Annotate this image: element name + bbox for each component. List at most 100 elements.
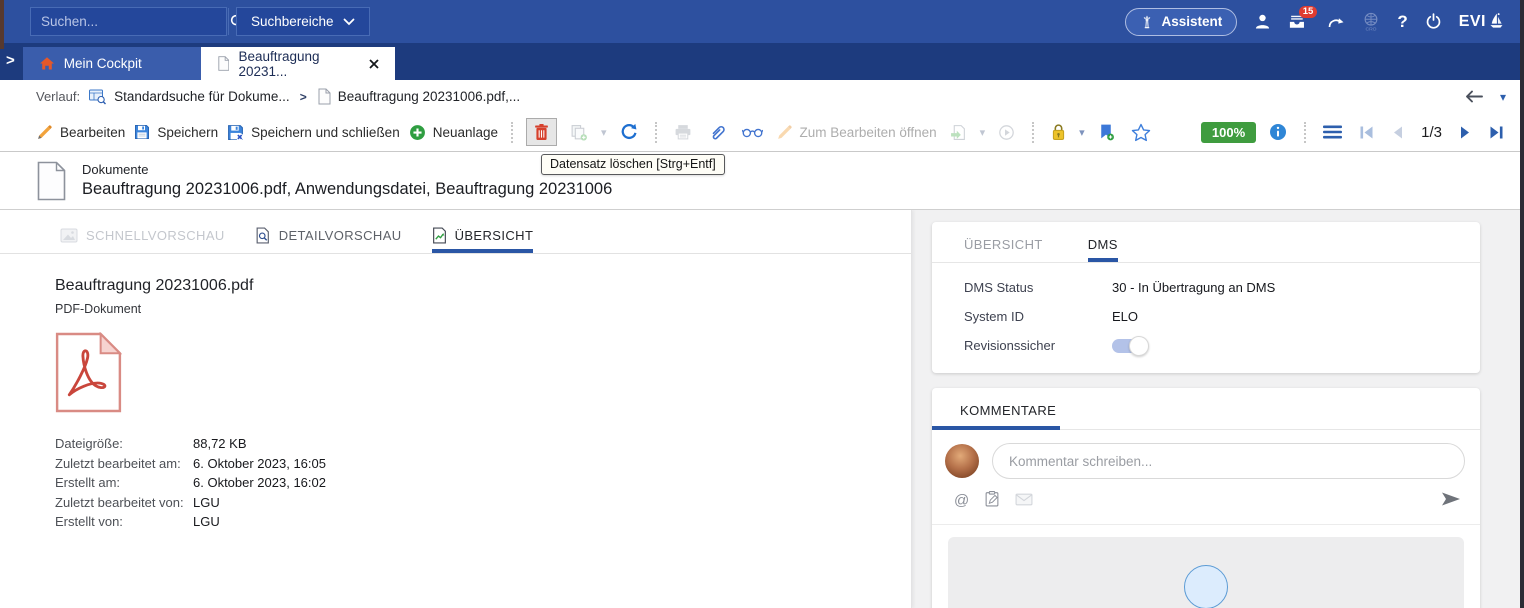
tab-detailvorschau[interactable]: DETAILVORSCHAU bbox=[255, 227, 402, 253]
tab-document[interactable]: Beauftragung 20231... bbox=[201, 47, 395, 80]
prev-page-icon bbox=[1391, 125, 1404, 140]
copy-dropdown-icon[interactable]: ▾ bbox=[601, 126, 607, 139]
comments-empty-state bbox=[948, 537, 1464, 608]
tab-overflow-chevron[interactable]: > bbox=[4, 52, 23, 71]
preview-tab-bar: SCHNELLVORSCHAU DETAILVORSCHAU ÜBERSICHT bbox=[0, 210, 911, 254]
redo-arrow-icon[interactable] bbox=[1326, 14, 1345, 30]
chevron-right-icon: > bbox=[298, 90, 309, 104]
side-panel: ÜBERSICHT DMS DMS Status 30 - In Übertra… bbox=[912, 210, 1524, 608]
topbar: Suchbereiche Assistent 15 CRO ? EVI bbox=[0, 0, 1524, 43]
field-label: Revisionssicher bbox=[964, 338, 1112, 353]
favorite-button[interactable] bbox=[1127, 120, 1155, 145]
file-details: Dateigröße:88,72 KB Zuletzt bearbeitet a… bbox=[55, 434, 911, 532]
comment-input[interactable] bbox=[992, 443, 1465, 479]
empty-state-illustration bbox=[1184, 565, 1228, 608]
assistant-button[interactable]: Assistent bbox=[1125, 8, 1238, 36]
search-scopes-button[interactable]: Suchbereiche bbox=[236, 7, 370, 36]
user-icon[interactable] bbox=[1254, 13, 1271, 30]
search-input[interactable] bbox=[31, 14, 228, 29]
copy-record-button[interactable] bbox=[566, 121, 592, 144]
breadcrumb-text: Standardsuche für Dokume... bbox=[114, 89, 290, 104]
global-search[interactable] bbox=[30, 7, 227, 36]
document-large-icon bbox=[36, 161, 67, 201]
preview-panel: SCHNELLVORSCHAU DETAILVORSCHAU ÜBERSICHT… bbox=[0, 210, 912, 608]
bookmark-add-button[interactable] bbox=[1094, 120, 1118, 144]
inbox-badge: 15 bbox=[1299, 6, 1318, 18]
refresh-button[interactable] bbox=[616, 120, 642, 144]
send-comment-button[interactable] bbox=[1440, 490, 1462, 511]
email-icon bbox=[1015, 493, 1033, 509]
button-label: Speichern bbox=[157, 125, 218, 140]
glasses-icon bbox=[742, 126, 763, 139]
zoom-level-badge[interactable]: 100% bbox=[1201, 122, 1256, 143]
file-title: Beauftragung 20231006.pdf bbox=[55, 277, 911, 295]
bookmark-plus-icon bbox=[1098, 123, 1114, 141]
search-table-icon bbox=[88, 88, 107, 105]
field-value: 30 - In Übertragung an DMS bbox=[1112, 280, 1275, 295]
brand-logo: EVI bbox=[1459, 12, 1504, 31]
revisionssicher-toggle[interactable] bbox=[1112, 339, 1146, 353]
detail-row: Zuletzt bearbeitet am:6. Oktober 2023, 1… bbox=[55, 454, 911, 474]
save-and-close-button[interactable]: Speichern und schließen bbox=[227, 124, 400, 141]
avatar[interactable] bbox=[945, 444, 979, 478]
power-icon[interactable] bbox=[1425, 13, 1442, 30]
star-icon bbox=[1131, 123, 1151, 142]
dms-card: ÜBERSICHT DMS DMS Status 30 - In Übertra… bbox=[932, 222, 1480, 373]
tab-dms[interactable]: DMS bbox=[1088, 237, 1118, 262]
breadcrumb-item-search[interactable]: Standardsuche für Dokume... bbox=[88, 88, 290, 105]
dms-tab-bar: ÜBERSICHT DMS bbox=[932, 222, 1480, 263]
menu-button[interactable] bbox=[1319, 122, 1346, 142]
attachment-button[interactable] bbox=[705, 121, 729, 144]
svg-text:CRO: CRO bbox=[1366, 27, 1377, 33]
mention-icon[interactable]: @ bbox=[954, 492, 969, 509]
pencil-icon bbox=[776, 124, 793, 141]
inbox-tray-icon[interactable]: 15 bbox=[1288, 13, 1309, 30]
history-back-icon[interactable] bbox=[1465, 90, 1484, 103]
detail-value: LGU bbox=[193, 493, 220, 513]
button-label: Speichern und schließen bbox=[251, 125, 400, 140]
breadcrumb-label: Verlauf: bbox=[36, 89, 80, 104]
delete-tooltip: Datensatz löschen [Strg+Entf] bbox=[541, 154, 725, 175]
open-for-edit-button: Zum Bearbeiten öffnen bbox=[776, 124, 937, 141]
tab-bar: > Mein Cockpit Beauftragung 20231... bbox=[0, 43, 1524, 80]
lock-dropdown-icon[interactable]: ▾ bbox=[1079, 126, 1085, 139]
lighthouse-icon bbox=[1140, 14, 1154, 30]
page-indicator: 1/3 bbox=[1417, 124, 1446, 141]
export-doc-icon bbox=[950, 124, 967, 141]
tab-uebersicht[interactable]: ÜBERSICHT bbox=[432, 227, 534, 253]
reading-view-button[interactable] bbox=[738, 123, 767, 142]
tab-mein-cockpit[interactable]: Mein Cockpit bbox=[23, 47, 201, 80]
close-icon[interactable] bbox=[369, 59, 379, 69]
new-record-button[interactable]: Neuanlage bbox=[409, 124, 498, 141]
save-button[interactable]: Speichern bbox=[134, 124, 218, 140]
help-icon[interactable]: ? bbox=[1397, 12, 1407, 32]
pdf-thumbnail[interactable] bbox=[55, 332, 911, 416]
lock-button[interactable] bbox=[1047, 120, 1070, 144]
floppy-close-icon bbox=[227, 124, 244, 141]
overview-doc-icon bbox=[432, 227, 447, 244]
detail-value: 88,72 KB bbox=[193, 434, 247, 454]
detail-label: Erstellt am: bbox=[55, 473, 193, 493]
breadcrumb-item-document[interactable]: Beauftragung 20231006.pdf,... bbox=[317, 88, 520, 105]
info-button[interactable] bbox=[1265, 120, 1291, 144]
composer-toolbar: @ bbox=[932, 479, 1480, 524]
window-edge-sliver bbox=[0, 0, 4, 49]
home-icon bbox=[39, 56, 55, 71]
divider bbox=[932, 524, 1480, 525]
next-page-button[interactable] bbox=[1455, 122, 1476, 143]
tab-dms-uebersicht[interactable]: ÜBERSICHT bbox=[964, 237, 1043, 262]
breadcrumb: Verlauf: Standardsuche für Dokume... > B… bbox=[0, 80, 1524, 113]
button-label: Bearbeiten bbox=[60, 125, 125, 140]
history-dropdown-icon[interactable]: ▾ bbox=[1500, 90, 1506, 104]
detail-row: Erstellt am:6. Oktober 2023, 16:02 bbox=[55, 473, 911, 493]
last-page-button[interactable] bbox=[1485, 122, 1508, 143]
edit-button[interactable]: Bearbeiten bbox=[36, 124, 125, 141]
trash-icon bbox=[534, 123, 549, 141]
delete-record-button[interactable] bbox=[526, 118, 557, 146]
detail-value: LGU bbox=[193, 512, 220, 532]
detail-row: Zuletzt bearbeitet von:LGU bbox=[55, 493, 911, 513]
document-header: Dokumente Beauftragung 20231006.pdf, Anw… bbox=[0, 152, 1524, 210]
print-button bbox=[670, 121, 696, 143]
pencil-icon bbox=[36, 124, 53, 141]
note-icon[interactable] bbox=[985, 491, 999, 510]
